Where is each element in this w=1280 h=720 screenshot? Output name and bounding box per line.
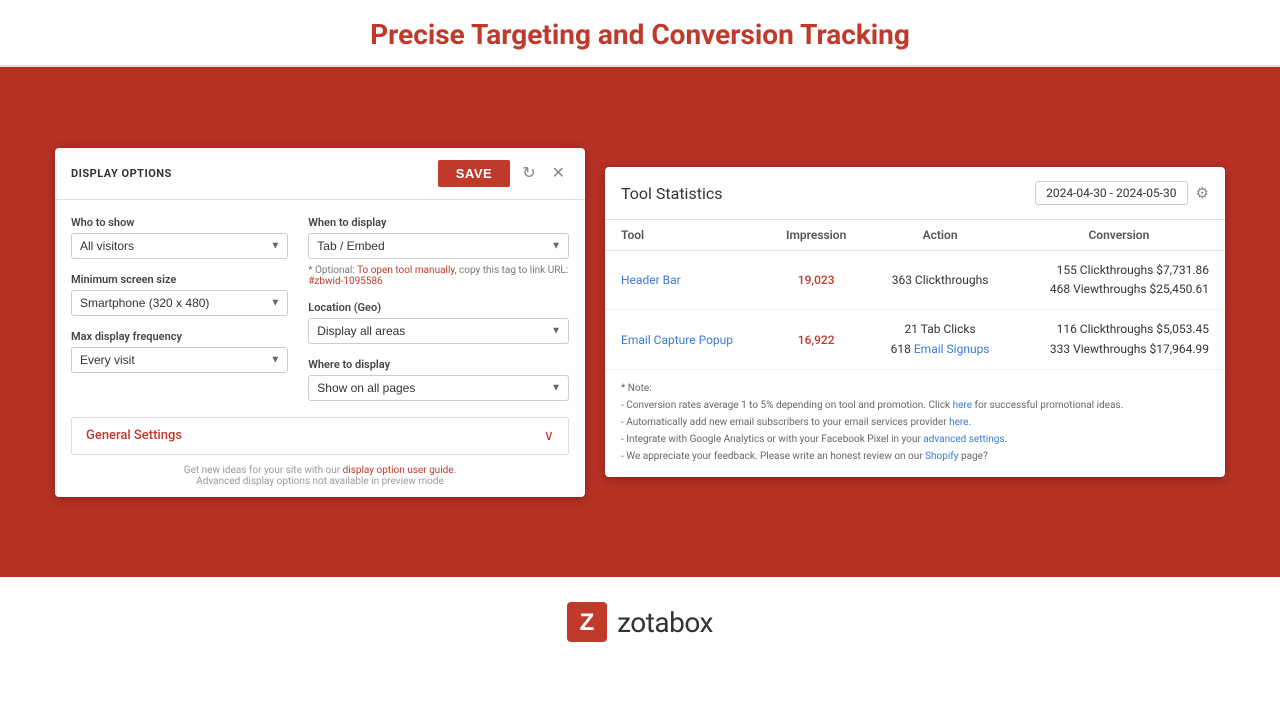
when-to-display-select[interactable]: Tab / Embed On load On exit — [308, 233, 569, 259]
display-options-panel: DISPLAY OPTIONS SAVE ↻ ✕ Who to show All… — [55, 148, 585, 497]
header-actions: SAVE ↻ ✕ — [438, 160, 569, 187]
advanced-settings-link[interactable]: advanced settings — [923, 434, 1004, 445]
min-screen-size-select-wrapper: Smartphone (320 x 480) Tablet (768 x 102… — [71, 290, 288, 316]
stats-title: Tool Statistics — [621, 184, 722, 203]
date-range-text: 2024-04-30 - 2024-05-30 — [1046, 186, 1176, 200]
right-column: When to display Tab / Embed On load On e… — [308, 216, 569, 401]
tool-cell: Header Bar — [605, 251, 765, 310]
when-to-display-group: When to display Tab / Embed On load On e… — [308, 216, 569, 287]
location-geo-select-wrapper: Display all areas Specific country Speci… — [308, 318, 569, 344]
refresh-button[interactable]: ↻ — [518, 161, 539, 185]
panel-header: DISPLAY OPTIONS SAVE ↻ ✕ — [55, 148, 585, 200]
min-screen-size-group: Minimum screen size Smartphone (320 x 48… — [71, 273, 288, 316]
main-area: DISPLAY OPTIONS SAVE ↻ ✕ Who to show All… — [0, 67, 1280, 577]
stats-table: Tool Impression Action Conversion Header… — [605, 220, 1225, 370]
note-line-4: - We appreciate your feedback. Please wr… — [621, 448, 1209, 465]
chevron-down-icon: ∨ — [544, 428, 554, 444]
notes-section: * Note: - Conversion rates average 1 to … — [605, 370, 1225, 475]
impression-cell: 19,023 — [765, 251, 867, 310]
when-to-display-select-wrapper: Tab / Embed On load On exit ▼ — [308, 233, 569, 259]
min-screen-size-select[interactable]: Smartphone (320 x 480) Tablet (768 x 102… — [71, 290, 288, 316]
max-display-freq-label: Max display frequency — [71, 330, 288, 343]
location-geo-group: Location (Geo) Display all areas Specifi… — [308, 301, 569, 344]
conversion-cell: 116 Clickthroughs $5,053.45333 Viewthrou… — [1013, 310, 1225, 369]
note-here-link-1[interactable]: here — [953, 400, 972, 411]
general-settings-bar[interactable]: General Settings ∨ — [71, 417, 569, 455]
close-button[interactable]: ✕ — [548, 161, 569, 185]
gear-icon[interactable]: ⚙ — [1196, 184, 1209, 202]
stats-header-right: 2024-04-30 - 2024-05-30 ⚙ — [1035, 181, 1209, 205]
impression-value: 16,922 — [798, 333, 835, 347]
svg-text:Z: Z — [580, 609, 595, 636]
col-tool: Tool — [605, 220, 765, 251]
page-title: Precise Targeting and Conversion Trackin… — [0, 18, 1280, 51]
left-column: Who to show All visitors New visitors Re… — [71, 216, 288, 401]
tool-cell: Email Capture Popup — [605, 310, 765, 369]
when-to-display-label: When to display — [308, 216, 569, 229]
email-capture-popup-link[interactable]: Email Capture Popup — [621, 333, 733, 347]
footer-text: Get new ideas for your site with our dis… — [71, 465, 569, 476]
table-row: Email Capture Popup 16,922 21 Tab Clicks… — [605, 310, 1225, 369]
date-range-box[interactable]: 2024-04-30 - 2024-05-30 — [1035, 181, 1187, 205]
open-tool-manually-link[interactable]: To open tool manually — [357, 265, 455, 276]
who-to-show-select-wrapper: All visitors New visitors Returning visi… — [71, 233, 288, 259]
col-conversion: Conversion — [1013, 220, 1225, 251]
max-display-freq-group: Max display frequency Every visit Once p… — [71, 330, 288, 373]
page-footer: Z zotabox — [0, 577, 1280, 667]
panel-title: DISPLAY OPTIONS — [71, 167, 172, 180]
stats-panel: Tool Statistics 2024-04-30 - 2024-05-30 … — [605, 167, 1225, 477]
min-screen-size-label: Minimum screen size — [71, 273, 288, 286]
location-geo-label: Location (Geo) — [308, 301, 569, 314]
location-geo-select[interactable]: Display all areas Specific country Speci… — [308, 318, 569, 344]
note-line-3: - Integrate with Google Analytics or wit… — [621, 431, 1209, 448]
who-to-show-group: Who to show All visitors New visitors Re… — [71, 216, 288, 259]
where-to-display-group: Where to display Show on all pages Speci… — [308, 358, 569, 401]
max-display-freq-select[interactable]: Every visit Once per day Once per sessio… — [71, 347, 288, 373]
page-header: Precise Targeting and Conversion Trackin… — [0, 0, 1280, 67]
panel-body: Who to show All visitors New visitors Re… — [55, 200, 585, 417]
col-action: Action — [867, 220, 1012, 251]
conversion-cell: 155 Clickthroughs $7,731.86468 Viewthrou… — [1013, 251, 1225, 310]
email-signups-link[interactable]: Email Signups — [914, 342, 990, 356]
where-to-display-label: Where to display — [308, 358, 569, 371]
panel-footer: Get new ideas for your site with our dis… — [55, 455, 585, 497]
header-bar-link[interactable]: Header Bar — [621, 273, 681, 287]
where-to-display-select[interactable]: Show on all pages Specific pages Homepag… — [308, 375, 569, 401]
tag-link[interactable]: #zbwid-1095586 — [308, 276, 382, 287]
table-row: Header Bar 19,023 363 Clickthroughs 155 … — [605, 251, 1225, 310]
who-to-show-select[interactable]: All visitors New visitors Returning visi… — [71, 233, 288, 259]
zotabox-logo-icon: Z — [567, 602, 607, 642]
max-display-freq-select-wrapper: Every visit Once per day Once per sessio… — [71, 347, 288, 373]
note-line-2: - Automatically add new email subscriber… — [621, 414, 1209, 431]
impression-value: 19,023 — [798, 273, 835, 287]
action-cell: 363 Clickthroughs — [867, 251, 1012, 310]
table-header-row: Tool Impression Action Conversion — [605, 220, 1225, 251]
note-here-link-2[interactable]: here — [949, 417, 968, 428]
col-impression: Impression — [765, 220, 867, 251]
shopify-link[interactable]: Shopify — [925, 451, 958, 462]
note-line-1: - Conversion rates average 1 to 5% depen… — [621, 397, 1209, 414]
general-settings-label: General Settings — [86, 428, 182, 443]
action-cell: 21 Tab Clicks618 Email Signups — [867, 310, 1012, 369]
stats-header: Tool Statistics 2024-04-30 - 2024-05-30 … — [605, 167, 1225, 220]
where-to-display-select-wrapper: Show on all pages Specific pages Homepag… — [308, 375, 569, 401]
zotabox-logo: Z zotabox — [567, 602, 713, 642]
optional-note: * Optional: To open tool manually, copy … — [308, 265, 569, 287]
save-button[interactable]: SAVE — [438, 160, 510, 187]
logo-text: zotabox — [617, 606, 713, 639]
footer-note: Advanced display options not available i… — [71, 476, 569, 487]
who-to-show-label: Who to show — [71, 216, 288, 229]
impression-cell: 16,922 — [765, 310, 867, 369]
display-option-user-guide-link[interactable]: display option user guide — [343, 465, 454, 476]
notes-title: * Note: — [621, 380, 1209, 397]
